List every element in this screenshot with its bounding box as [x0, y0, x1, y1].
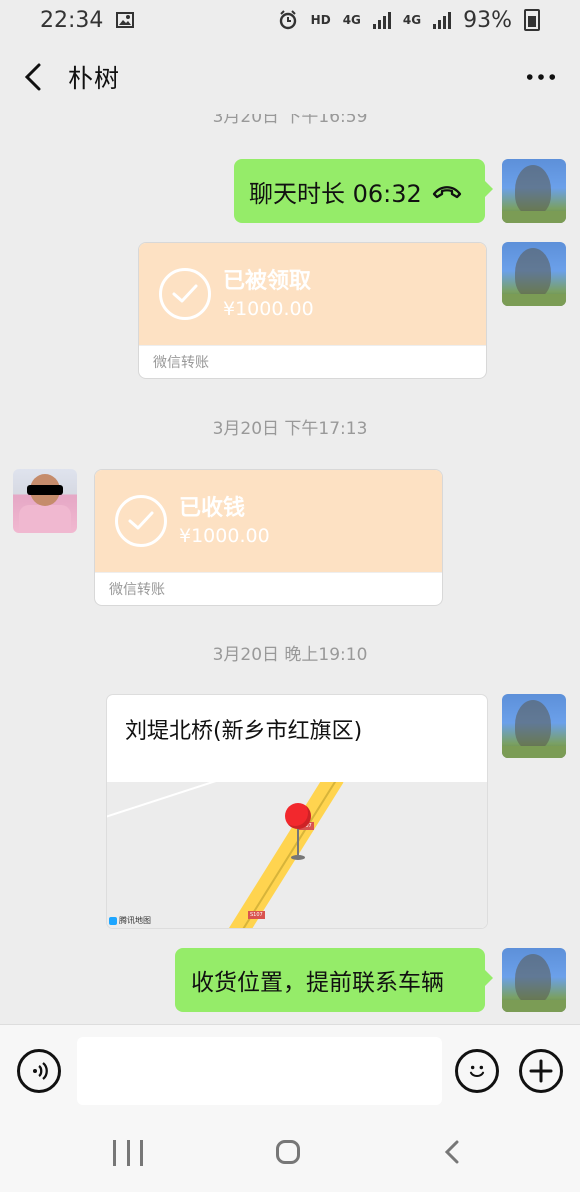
my-avatar[interactable]: [502, 694, 566, 758]
transfer-card-received-money[interactable]: 已收钱 ¥1000.00 微信转账: [94, 469, 443, 606]
transfer-text: 已收钱 ¥1000.00: [179, 494, 270, 548]
transfer-text: 已被领取 ¥1000.00: [223, 267, 314, 321]
alarm-icon: [279, 10, 296, 30]
plus-icon: [529, 1059, 553, 1083]
transfer-amount: ¥1000.00: [179, 525, 270, 547]
transfer-status: 已被领取: [223, 269, 312, 294]
voice-icon: [33, 1062, 48, 1080]
call-duration-text: 聊天时长 06:32: [249, 179, 422, 208]
message-input[interactable]: [77, 1037, 442, 1105]
transfer-card-top: 已被领取 ¥1000.00: [139, 243, 486, 345]
battery-icon: [524, 9, 540, 31]
smile-icon: [469, 1065, 485, 1078]
contact-name: 朴树: [68, 64, 121, 93]
phone-icon: [432, 186, 461, 199]
home-button[interactable]: [276, 1140, 300, 1164]
contact-avatar[interactable]: [13, 469, 77, 533]
title-left: 朴树: [18, 59, 120, 95]
transfer-footer: 微信转账: [139, 345, 486, 377]
map-provider-logo: 腾讯地图: [109, 915, 151, 926]
recent-apps-line: [113, 1140, 116, 1166]
my-avatar[interactable]: [502, 159, 566, 223]
add-button[interactable]: [519, 1049, 563, 1093]
transfer-status: 已收钱: [179, 496, 246, 521]
partial-top-timestamp: 3月20日 下午16:59: [212, 114, 368, 127]
system-back-icon: [444, 1140, 459, 1164]
location-pin-base: [291, 855, 305, 860]
system-back-button[interactable]: [440, 1140, 464, 1164]
chat-messages: 3月20日 下午16:59 聊天时长 06:32 已被领取 ¥1000.00 微…: [0, 114, 580, 1024]
my-avatar[interactable]: [502, 948, 566, 1012]
hd-indicator: HD: [310, 13, 331, 27]
map-provider-text: 腾讯地图: [119, 916, 151, 925]
map-side-road: [107, 782, 256, 819]
map-road-label: S107: [248, 911, 265, 919]
transfer-card-top: 已收钱 ¥1000.00: [95, 470, 442, 572]
status-left: 22:34: [40, 8, 135, 33]
transfer-footer: 微信转账: [95, 572, 442, 604]
more-button[interactable]: [526, 62, 556, 92]
back-button[interactable]: [18, 62, 48, 92]
status-bar: 22:34 HD 4G 4G 93%: [0, 0, 580, 40]
call-duration-bubble[interactable]: 聊天时长 06:32: [234, 159, 493, 223]
location-pin-stem: [297, 829, 299, 857]
network-label-right: 4G: [402, 13, 422, 27]
my-avatar[interactable]: [502, 242, 566, 306]
check-icon: [159, 268, 211, 320]
chat-timestamp: 3月20日 下午17:13: [212, 419, 368, 439]
more-dots-icon: [526, 74, 556, 80]
check-icon: [115, 495, 167, 547]
battery-percent: 93%: [463, 7, 512, 33]
recent-apps-line: [140, 1140, 143, 1166]
message-text: 收货位置，提前联系车辆: [191, 970, 444, 996]
chat-timestamp: 3月20日 晚上19:10: [212, 645, 368, 665]
location-name: 刘堤北桥(新乡市红旗区): [125, 719, 363, 744]
location-pin-icon: [285, 803, 311, 829]
chat-header: 朴树: [0, 40, 580, 114]
transfer-amount: ¥1000.00: [223, 298, 314, 320]
input-bar: [0, 1024, 580, 1113]
android-navigation-bar: [0, 1112, 580, 1192]
clock-time: 22:34: [40, 7, 104, 33]
transfer-card-received[interactable]: 已被领取 ¥1000.00 微信转账: [138, 242, 487, 379]
back-arrow-icon: [24, 63, 41, 91]
voice-button[interactable]: [17, 1049, 61, 1093]
map-road: [220, 782, 344, 928]
recent-apps-line: [126, 1140, 130, 1166]
text-message-bubble[interactable]: 收货位置，提前联系车辆: [175, 948, 493, 1012]
location-card[interactable]: 刘堤北桥(新乡市红旗区) S107 S107 腾讯地图: [106, 694, 488, 929]
location-map[interactable]: S107 S107 腾讯地图: [107, 782, 487, 928]
image-notification-icon: [116, 12, 135, 28]
status-right: HD 4G 4G 93%: [277, 8, 540, 33]
emoji-button[interactable]: [455, 1049, 499, 1093]
signal-icon-left: [372, 11, 391, 29]
recent-apps-button[interactable]: [113, 1140, 143, 1166]
network-label-left: 4G: [342, 13, 361, 27]
signal-icon-right: [433, 11, 452, 29]
